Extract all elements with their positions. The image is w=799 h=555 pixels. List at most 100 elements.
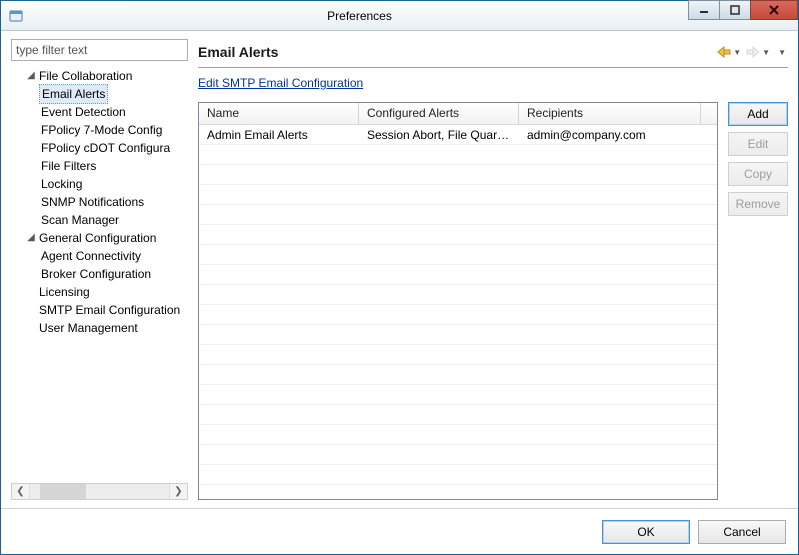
table-cell <box>199 393 359 397</box>
dialog-footer: OK Cancel <box>1 508 798 554</box>
forward-menu-icon[interactable]: ▼ <box>762 48 770 57</box>
tree-node-fpolicy-7mode[interactable]: FPolicy 7-Mode Config <box>11 121 188 139</box>
table-cell <box>199 193 359 197</box>
table-cell <box>359 353 519 357</box>
column-configured-alerts[interactable]: Configured Alerts <box>359 103 519 124</box>
table-cell <box>359 373 519 377</box>
table-cell <box>199 333 359 337</box>
tree-node-user-management[interactable]: User Management <box>11 319 188 337</box>
table-row <box>199 205 717 225</box>
table-cell <box>519 293 717 297</box>
horizontal-scrollbar[interactable]: ❮ ❯ <box>11 483 188 500</box>
tree-node-snmp[interactable]: SNMP Notifications <box>11 193 188 211</box>
view-menu-icon[interactable]: ▼ <box>778 48 786 57</box>
window-controls <box>688 1 798 30</box>
filter-input[interactable] <box>11 39 188 61</box>
table-cell <box>519 393 717 397</box>
preferences-tree: ◢File Collaboration Email Alerts Event D… <box>11 67 188 479</box>
table-row <box>199 445 717 465</box>
table-cell <box>519 413 717 417</box>
table-cell <box>359 333 519 337</box>
table-row <box>199 425 717 445</box>
tree-node-scan-manager[interactable]: Scan Manager <box>11 211 188 229</box>
table-cell <box>519 213 717 217</box>
table-cell: Session Abort, File Quaran... <box>359 126 519 144</box>
ok-button[interactable]: OK <box>602 520 690 544</box>
table-cell <box>519 333 717 337</box>
table-cell <box>199 413 359 417</box>
collapse-icon[interactable]: ◢ <box>25 229 37 247</box>
tree-node-fpolicy-cdot[interactable]: FPolicy cDOT Configura <box>11 139 188 157</box>
table-cell <box>519 313 717 317</box>
tree-node-licensing[interactable]: Licensing <box>11 283 188 301</box>
forward-icon <box>745 46 761 58</box>
table-cell <box>519 473 717 477</box>
table-row <box>199 365 717 385</box>
table-cell <box>359 473 519 477</box>
app-icon <box>1 1 31 30</box>
back-menu-icon[interactable]: ▼ <box>733 48 741 57</box>
minimize-button[interactable] <box>688 0 720 20</box>
column-recipients[interactable]: Recipients <box>519 103 701 124</box>
tree-node-agent-connectivity[interactable]: Agent Connectivity <box>11 247 188 265</box>
page-title: Email Alerts <box>198 44 278 60</box>
tree-node-broker-configuration[interactable]: Broker Configuration <box>11 265 188 283</box>
edit-button[interactable]: Edit <box>728 132 788 156</box>
table-row <box>199 145 717 165</box>
table-cell <box>519 233 717 237</box>
tree-node-email-alerts[interactable]: Email Alerts <box>11 85 188 103</box>
scroll-left-icon[interactable]: ❮ <box>12 484 30 499</box>
table-cell <box>359 213 519 217</box>
table-cell <box>199 433 359 437</box>
scroll-track[interactable] <box>30 484 169 499</box>
add-button[interactable]: Add <box>728 102 788 126</box>
table-cell <box>199 373 359 377</box>
column-name[interactable]: Name <box>199 103 359 124</box>
history-nav: ▼ ▼ ▼ <box>716 46 786 58</box>
table-cell <box>199 473 359 477</box>
table-row[interactable]: Admin Email AlertsSession Abort, File Qu… <box>199 125 717 145</box>
cancel-button[interactable]: Cancel <box>698 520 786 544</box>
tree-node-event-detection[interactable]: Event Detection <box>11 103 188 121</box>
table-row <box>199 305 717 325</box>
table-cell <box>519 453 717 457</box>
table-cell <box>359 173 519 177</box>
tree-node-smtp[interactable]: SMTP Email Configuration <box>11 301 188 319</box>
table-cell <box>359 433 519 437</box>
tree-node-locking[interactable]: Locking <box>11 175 188 193</box>
scroll-thumb[interactable] <box>40 484 86 499</box>
table-cell <box>199 253 359 257</box>
table-cell <box>359 313 519 317</box>
tree-node-file-collaboration[interactable]: ◢File Collaboration <box>11 67 188 85</box>
table-cell <box>199 213 359 217</box>
column-spacer <box>701 103 717 124</box>
table-cell <box>359 293 519 297</box>
dialog-body: ◢File Collaboration Email Alerts Event D… <box>1 31 798 508</box>
copy-button[interactable]: Copy <box>728 162 788 186</box>
remove-button[interactable]: Remove <box>728 192 788 216</box>
tree-node-general-configuration[interactable]: ◢General Configuration <box>11 229 188 247</box>
table-cell: Admin Email Alerts <box>199 126 359 144</box>
content-row: Name Configured Alerts Recipients Admin … <box>198 102 788 500</box>
table-row <box>199 405 717 425</box>
table-cell <box>359 453 519 457</box>
table-cell <box>359 393 519 397</box>
collapse-icon[interactable]: ◢ <box>25 67 37 85</box>
close-button[interactable] <box>750 0 798 20</box>
table-cell: admin@company.com <box>519 126 717 144</box>
maximize-button[interactable] <box>719 0 751 20</box>
table-cell <box>519 273 717 277</box>
table-row <box>199 285 717 305</box>
table-cell <box>199 293 359 297</box>
scroll-right-icon[interactable]: ❯ <box>169 484 187 499</box>
table-cell <box>199 173 359 177</box>
table-cell <box>359 253 519 257</box>
back-icon[interactable] <box>716 46 732 58</box>
separator <box>198 67 788 68</box>
table-row <box>199 185 717 205</box>
table-cell <box>199 453 359 457</box>
table-cell <box>519 433 717 437</box>
alerts-table: Name Configured Alerts Recipients Admin … <box>198 102 718 500</box>
tree-node-file-filters[interactable]: File Filters <box>11 157 188 175</box>
edit-smtp-link[interactable]: Edit SMTP Email Configuration <box>198 76 788 90</box>
